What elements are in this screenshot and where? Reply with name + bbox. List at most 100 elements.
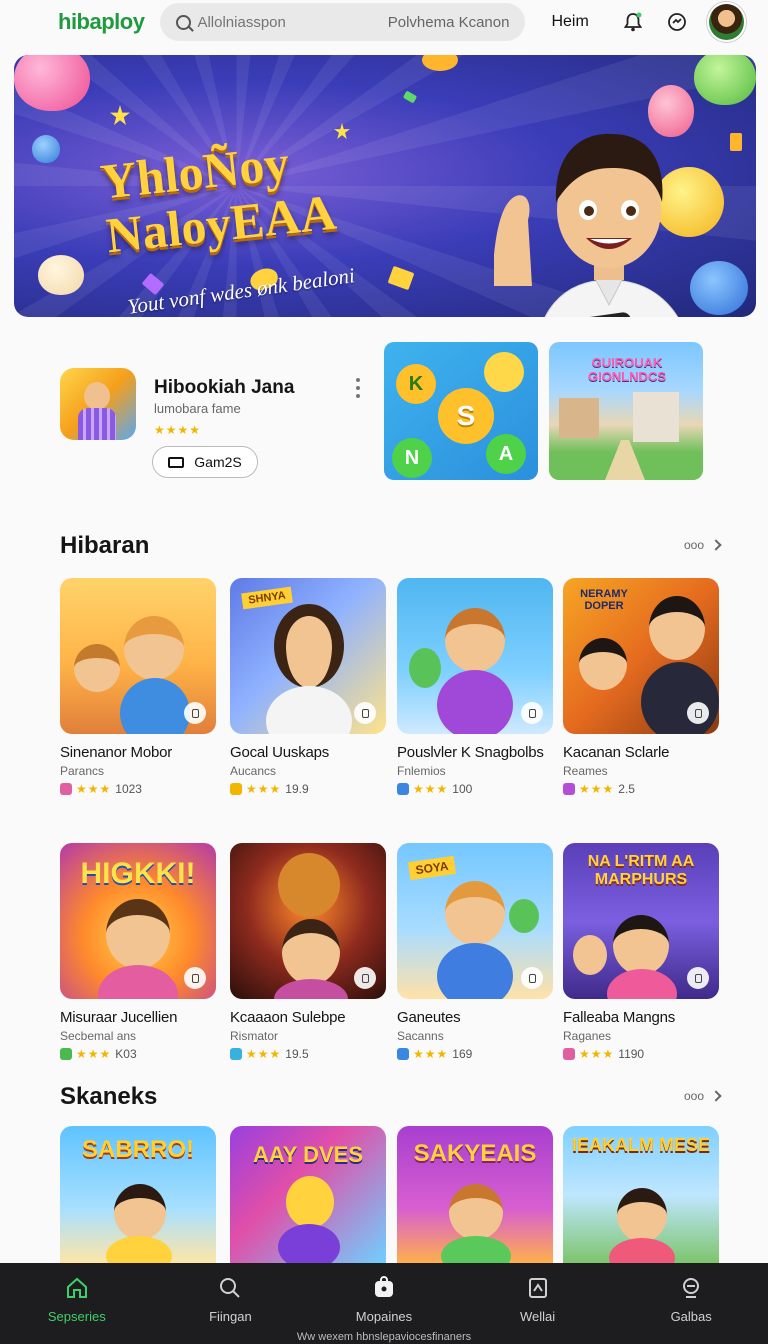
- character-art: [613, 915, 669, 975]
- thumbnail-badge: SABRRO!: [82, 1136, 194, 1163]
- game-rating: ★★★ 169: [397, 1047, 553, 1061]
- bell-icon[interactable]: [621, 9, 646, 35]
- download-icon[interactable]: [687, 967, 709, 989]
- featured-app-icon[interactable]: [60, 368, 136, 440]
- game-card[interactable]: Kcaaaon Sulebpe Rismator ★★★ 19.5: [230, 843, 386, 1061]
- game-title: Ganeutes: [397, 1009, 461, 1026]
- search-input[interactable]: [197, 13, 358, 31]
- category-icon: [230, 783, 242, 795]
- emoji-face: [484, 352, 524, 392]
- thumbnail-badge: AAY DVES: [252, 1142, 364, 1167]
- game-thumbnail: IEAKALM MESE: [563, 1126, 719, 1264]
- character-art: [449, 1184, 503, 1240]
- game-title: Gocal Uuskaps: [230, 744, 330, 761]
- category-icon: [563, 1048, 575, 1060]
- character-art: [445, 608, 505, 672]
- balloon-decoration: [38, 255, 84, 295]
- character-body: [78, 408, 116, 440]
- top-bar: hibaploy Polvhema Kcanon Heim: [0, 0, 768, 44]
- nav-label: Mopaines: [355, 1309, 413, 1324]
- download-icon[interactable]: [521, 967, 543, 989]
- character-art: [409, 648, 441, 688]
- character-art: [274, 604, 344, 688]
- character-art: [445, 881, 505, 945]
- game-card[interactable]: SOYA Ganeutes Sacanns ★★★ 169: [397, 843, 553, 1061]
- game-card[interactable]: NERAMY DOPER Kacanan Sclarle Reames ★★★ 2…: [563, 578, 719, 796]
- game-card[interactable]: SHNYA Gocal Uuskaps Aucancs ★★★ 19.9: [230, 578, 386, 796]
- character-art: [641, 662, 719, 734]
- game-card[interactable]: SABRRO!: [60, 1126, 216, 1264]
- game-rating: ★★★ 1023: [60, 782, 216, 796]
- chevron-right-icon: [710, 1090, 722, 1102]
- more-options-icon[interactable]: [352, 378, 364, 398]
- game-card[interactable]: IEAKALM MESE: [563, 1126, 719, 1264]
- character-art: [579, 638, 627, 690]
- character-art: [120, 678, 190, 734]
- game-rating: ★★★ 19.5: [230, 1047, 386, 1061]
- game-thumbnail: SABRRO!: [60, 1126, 216, 1264]
- download-icon[interactable]: [354, 967, 376, 989]
- home-link[interactable]: Heim: [551, 13, 588, 31]
- game-category: Rismator: [230, 1029, 279, 1043]
- game-thumbnail: SOYA: [397, 843, 553, 999]
- search-hint: Polvhema Kcanon: [387, 13, 510, 31]
- see-more-label: ooo: [684, 1089, 705, 1103]
- path: [605, 440, 645, 480]
- game-category: Secbemal ans: [60, 1029, 137, 1043]
- game-category: Fnlemios: [397, 764, 446, 778]
- game-title: Kcaaaon Sulebpe: [230, 1009, 346, 1026]
- game-card[interactable]: Pouslvler K Snagbolbs Fnlemios ★★★ 100: [397, 578, 553, 796]
- see-more-label: ooo: [684, 538, 705, 552]
- search-bar[interactable]: Polvhema Kcanon: [160, 3, 526, 41]
- game-card[interactable]: NA L'RITM AA MARPHURS Falleaba Mangns Ra…: [563, 843, 719, 1061]
- character-art: [114, 1184, 166, 1240]
- character-art: [437, 943, 513, 999]
- download-icon[interactable]: [521, 702, 543, 724]
- see-more-skaneks[interactable]: ooo: [684, 1089, 722, 1103]
- featured-title[interactable]: Hibookiah Jana: [154, 377, 294, 399]
- character-art: [286, 1176, 334, 1228]
- library-icon: [525, 1275, 551, 1301]
- download-icon[interactable]: [354, 702, 376, 724]
- character-art: [106, 899, 170, 969]
- game-card[interactable]: AAY DVES: [230, 1126, 386, 1264]
- avatar[interactable]: [707, 2, 746, 42]
- game-card[interactable]: Sinenanor Mobor Parancs ★★★ 1023: [60, 578, 216, 796]
- character-art: [266, 686, 352, 734]
- app-page: hibaploy Polvhema Kcanon Heim: [0, 0, 768, 1344]
- confetti: [730, 133, 742, 151]
- featured-rating-stars: ★★★★: [154, 423, 202, 437]
- gamepad-icon[interactable]: [664, 9, 689, 35]
- download-icon[interactable]: [184, 967, 206, 989]
- game-thumbnail: HIGKKI!: [60, 843, 216, 999]
- featured-button-label: Gam2S: [194, 454, 242, 470]
- nav-label: Galbas: [670, 1309, 712, 1324]
- game-thumbnail: [230, 843, 386, 999]
- app-logo[interactable]: hibaploy: [58, 9, 145, 35]
- character-face: [84, 382, 110, 410]
- see-more-hibaran[interactable]: ooo: [684, 538, 722, 552]
- game-rating: ★★★ 19.9: [230, 782, 386, 796]
- game-card[interactable]: SAKYEAIS: [397, 1126, 553, 1264]
- promo-card-word-game[interactable]: K S N A: [384, 342, 538, 480]
- search-icon: [176, 14, 192, 30]
- game-title: Misuraar Jucellien: [60, 1009, 178, 1026]
- character-art: [649, 596, 705, 660]
- category-icon: [397, 1048, 409, 1060]
- hero-banner[interactable]: YhloÑoy NaloyEAA Yout vonf wdes ønk beal…: [14, 55, 756, 317]
- thumbnail-badge: HIGKKI!: [80, 857, 196, 890]
- download-icon[interactable]: [184, 702, 206, 724]
- game-rating: ★★★ 2.5: [563, 782, 719, 796]
- letter-tile: N: [392, 438, 432, 478]
- game-category: Sacanns: [397, 1029, 444, 1043]
- gamepad-icon: [168, 456, 185, 468]
- game-card[interactable]: HIGKKI! Misuraar Jucellien Secbemal ans …: [60, 843, 216, 1061]
- category-icon: [563, 783, 575, 795]
- character-art: [106, 1236, 172, 1264]
- featured-install-button[interactable]: Gam2S: [152, 446, 258, 478]
- game-category: Parancs: [60, 764, 105, 778]
- download-icon[interactable]: [687, 702, 709, 724]
- promo-card-town-game[interactable]: GUIROUAK GIONLNDCS: [549, 342, 703, 480]
- character-art: [98, 965, 178, 999]
- game-rating: ★★★ 100: [397, 782, 553, 796]
